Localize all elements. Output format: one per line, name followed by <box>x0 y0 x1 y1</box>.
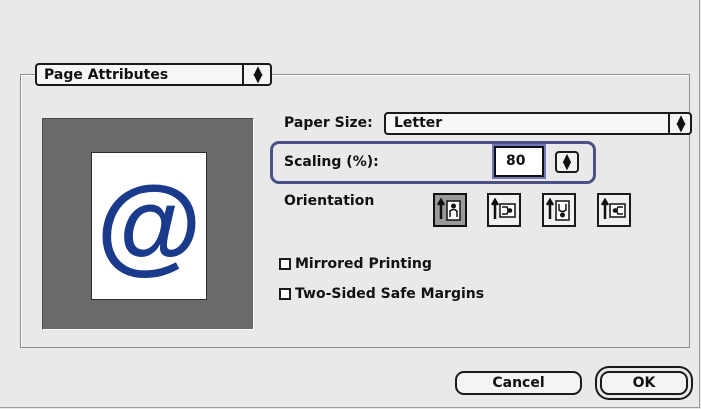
orientation-landscape-button[interactable] <box>487 193 521 227</box>
scaling-label: Scaling (%): <box>284 154 379 170</box>
orientation-reverse-landscape-button[interactable] <box>597 193 631 227</box>
mirrored-printing-checkbox[interactable] <box>279 258 291 270</box>
paper-size-label: Paper Size: <box>284 115 373 131</box>
paper-size-select[interactable]: Letter ▲ ▼ <box>384 112 692 135</box>
page-attributes-popup[interactable]: Page Attributes ▲ ▼ <box>35 63 272 86</box>
page-setup-dialog: Page Attributes ▲ ▼ @ Paper Size: Letter … <box>0 0 700 408</box>
mirrored-printing-option[interactable]: Mirrored Printing <box>279 256 432 272</box>
page-preview: @ <box>42 118 254 330</box>
at-sign-icon: @ <box>96 173 201 279</box>
preview-paper: @ <box>91 152 207 300</box>
up-down-arrows-icon: ▲ ▼ <box>676 112 686 134</box>
two-sided-safe-margins-option[interactable]: Two-Sided Safe Margins <box>279 286 484 302</box>
page-attributes-popup-label: Page Attributes <box>44 67 169 83</box>
svg-text:@: @ <box>96 173 201 279</box>
scaling-input[interactable]: 80 <box>494 146 544 177</box>
ok-button[interactable]: OK <box>600 371 688 395</box>
orientation-reverse-portrait-button[interactable] <box>542 193 576 227</box>
up-down-arrows-icon: ▲ ▼ <box>253 63 263 85</box>
popup-divider <box>242 65 244 84</box>
landscape-orientation-icon <box>491 197 516 219</box>
portrait-orientation-icon <box>437 197 461 221</box>
stepper-down-icon: ▼ <box>562 159 572 172</box>
orientation-label: Orientation <box>284 193 375 209</box>
two-sided-safe-margins-label: Two-Sided Safe Margins <box>295 286 485 302</box>
mirrored-printing-label: Mirrored Printing <box>295 256 432 272</box>
reverse-portrait-orientation-icon <box>546 197 570 221</box>
reverse-landscape-orientation-icon <box>601 197 626 219</box>
paper-size-value: Letter <box>394 115 443 131</box>
cancel-button[interactable]: Cancel <box>455 371 582 395</box>
orientation-portrait-button[interactable] <box>433 193 467 227</box>
select-divider <box>668 114 670 133</box>
scaling-stepper[interactable]: ▲ ▼ <box>555 151 579 173</box>
two-sided-safe-margins-checkbox[interactable] <box>279 288 291 300</box>
